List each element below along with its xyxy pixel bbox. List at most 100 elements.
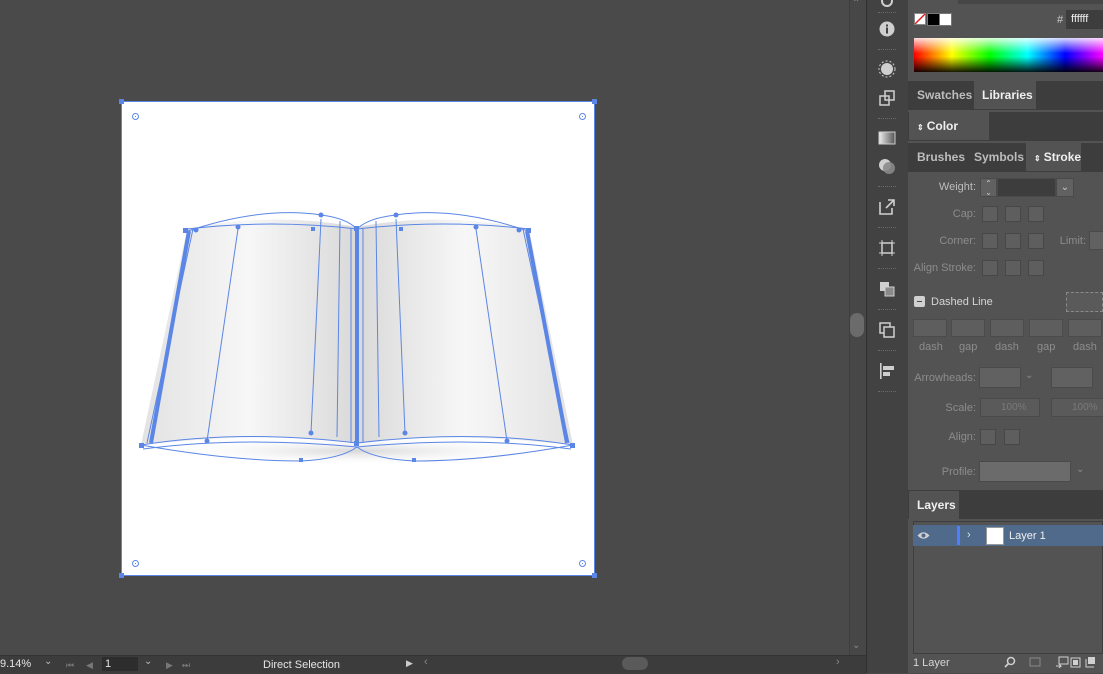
round-cap-button[interactable] <box>1005 206 1021 222</box>
weight-stepper[interactable]: ⌃ ⌄ <box>980 178 997 197</box>
strip-divider <box>878 391 896 394</box>
weight-field[interactable] <box>997 178 1056 197</box>
profile-dropdown[interactable] <box>979 461 1071 482</box>
gap-label: gap <box>1037 341 1056 353</box>
corner-label: Corner: <box>939 235 976 247</box>
strip-divider <box>878 186 896 189</box>
appearance-icon[interactable] <box>878 60 896 78</box>
arrowheads-label: Arrowheads: <box>914 372 976 384</box>
cap-label: Cap: <box>952 208 976 220</box>
hex-value-field[interactable]: ffffff <box>1066 10 1103 29</box>
weight-dropdown[interactable]: ⌄ <box>1056 178 1074 197</box>
gradient-icon[interactable] <box>878 129 896 147</box>
profile-label: Profile: <box>941 466 976 478</box>
collect-for-export-icon[interactable] <box>1029 656 1041 668</box>
tab-stroke[interactable]: ⇕ Stroke <box>1026 143 1081 171</box>
dashed-line-checkbox[interactable] <box>914 296 925 307</box>
end-arrowhead-dropdown[interactable] <box>1051 367 1093 388</box>
dash-label: dash <box>919 341 943 353</box>
arrow-tip-place-button[interactable] <box>1004 429 1020 445</box>
bevel-join-button[interactable] <box>1028 233 1044 249</box>
align-icon[interactable] <box>878 362 896 380</box>
tab-layers[interactable]: Layers <box>909 491 959 519</box>
limit-field[interactable] <box>1089 231 1103 250</box>
artboard-dropdown-icon[interactable]: ⌄ <box>144 656 152 667</box>
zoom-dropdown-icon[interactable]: ⌄ <box>44 656 52 667</box>
end-scale-field[interactable]: 100% <box>1051 398 1103 417</box>
book-artwork[interactable] <box>121 101 595 576</box>
chevron-down-icon: ⌄ <box>1076 464 1085 475</box>
artboard-number-field[interactable]: 1 <box>102 657 138 671</box>
expand-arrow-icon[interactable]: › <box>967 529 971 541</box>
horizontal-scroll-thumb[interactable] <box>622 657 648 670</box>
scale-label: Scale: <box>945 402 976 414</box>
tab-color-guide[interactable]: ⇕Color Guide <box>909 112 989 163</box>
sun-icon[interactable] <box>878 0 896 10</box>
canvas-scroll-thumb[interactable] <box>850 313 864 337</box>
round-join-button[interactable] <box>1005 233 1021 249</box>
tab-brushes[interactable]: Brushes <box>909 143 966 171</box>
align-inside-button[interactable] <box>1005 260 1021 276</box>
last-artboard-icon[interactable]: ⏭ <box>182 658 190 672</box>
gap-1-field[interactable] <box>951 319 985 337</box>
white-swatch[interactable] <box>939 13 952 26</box>
tab-swatches[interactable]: Swatches <box>909 81 973 109</box>
current-tool-name: Direct Selection <box>263 659 341 671</box>
new-sublayer-icon[interactable] <box>1069 656 1081 668</box>
search-icon[interactable] <box>1004 656 1016 668</box>
gap-2-field[interactable] <box>1029 319 1063 337</box>
collapse-arrows-icon: ⇕ <box>917 123 924 132</box>
strip-divider <box>878 12 896 15</box>
dash-1-field[interactable] <box>913 319 947 337</box>
chevron-down-icon: ⌄ <box>1025 370 1034 381</box>
info-icon[interactable] <box>878 20 896 38</box>
color-panel-top-strip <box>958 0 1103 4</box>
layer-name[interactable]: Layer 1 <box>1009 530 1046 542</box>
dash-3-field[interactable] <box>1068 319 1102 337</box>
arrow-tip-extend-button[interactable] <box>980 429 996 445</box>
status-menu-arrow-icon[interactable]: ▶ <box>406 658 413 669</box>
layer-color-indicator <box>957 526 960 545</box>
scroll-down-arrow[interactable]: ⌄ <box>852 640 860 651</box>
next-artboard-icon[interactable]: ▶ <box>166 658 173 672</box>
dash-2-field[interactable] <box>990 319 1024 337</box>
projecting-cap-button[interactable] <box>1028 206 1044 222</box>
first-artboard-icon[interactable]: ⏮ <box>66 658 74 672</box>
tab-libraries[interactable]: Libraries <box>974 81 1036 109</box>
color-spectrum[interactable] <box>914 38 1103 72</box>
zoom-level[interactable]: 9.14% <box>0 657 40 672</box>
make-clipping-mask-icon[interactable] <box>1055 656 1069 668</box>
previous-artboard-icon[interactable]: ◀ <box>86 658 93 672</box>
scroll-right-arrow[interactable]: › <box>836 656 840 668</box>
strip-divider <box>878 309 896 312</box>
tab-symbols[interactable]: Symbols <box>966 143 1026 171</box>
miter-join-button[interactable] <box>982 233 998 249</box>
dash-label: dash <box>995 341 1019 353</box>
scroll-up-arrow[interactable]: ⌃ <box>852 0 860 9</box>
dash-pattern-button[interactable] <box>1066 292 1103 312</box>
gap-label: gap <box>959 341 978 353</box>
transparency-icon[interactable] <box>878 157 896 175</box>
layer-row[interactable] <box>913 525 1103 546</box>
align-outside-button[interactable] <box>1028 260 1044 276</box>
dashed-line-label: Dashed Line <box>931 296 993 308</box>
hex-hash-label: # <box>1057 14 1064 26</box>
arrange-icon[interactable] <box>878 321 896 339</box>
transform-icon[interactable] <box>878 89 896 107</box>
scroll-left-arrow[interactable]: ‹ <box>424 656 428 668</box>
eye-icon[interactable] <box>917 531 930 540</box>
none-swatch-icon[interactable] <box>914 13 926 25</box>
layer-thumbnail <box>986 527 1004 545</box>
align-label: Align: <box>948 431 976 443</box>
pathfinder-icon[interactable] <box>878 280 896 298</box>
align-stroke-label: Align Stroke: <box>913 262 976 274</box>
export-icon[interactable] <box>878 198 896 216</box>
artboards-icon[interactable] <box>878 239 896 257</box>
strip-divider <box>878 227 896 230</box>
tab-stroke-label: Stroke <box>1043 150 1082 164</box>
start-arrowhead-dropdown[interactable] <box>979 367 1021 388</box>
butt-cap-button[interactable] <box>982 206 998 222</box>
align-center-button[interactable] <box>982 260 998 276</box>
start-scale-field[interactable]: 100% <box>980 398 1040 417</box>
new-layer-icon[interactable] <box>1084 656 1096 668</box>
